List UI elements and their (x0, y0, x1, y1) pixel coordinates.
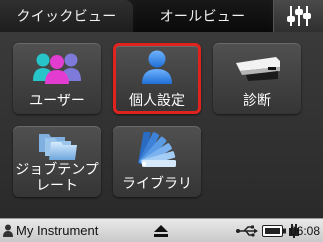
status-bar: My Instrument 06:08 (0, 218, 323, 242)
menu-grid: ユーザー 個人設定 診断 ジョブテンプ レート ライブラリ (0, 32, 323, 218)
instrument-name: My Instrument (16, 223, 99, 238)
tab-all-view[interactable]: オールビュー (136, 0, 269, 32)
personal-settings-tile[interactable]: 個人設定 (113, 43, 201, 114)
usb-icon (236, 225, 258, 237)
sliders-icon (287, 6, 311, 26)
tab-settings[interactable] (273, 0, 323, 32)
tab-quick-view[interactable]: クイックビュー (0, 0, 133, 32)
job-templates-label-line1: ジョブテンプ (15, 162, 99, 178)
tab-quick-view-label: クイックビュー (16, 9, 117, 25)
clock: 06:08 (289, 224, 320, 238)
library-tile[interactable]: ライブラリ (113, 126, 201, 197)
users-tile[interactable]: ユーザー (13, 43, 101, 114)
personal-settings-label: 個人設定 (129, 93, 185, 109)
job-templates-label-line2: レート (36, 178, 78, 194)
battery-icon (262, 225, 286, 237)
diagnostics-tile[interactable]: 診断 (213, 43, 301, 114)
swatch-fan-icon (138, 132, 176, 167)
tab-all-view-label: オールビュー (159, 9, 246, 25)
stapler-icon (236, 57, 280, 81)
folders-icon (39, 134, 77, 160)
tab-bar: クイックビュー オールビュー (0, 0, 323, 32)
person-icon (142, 50, 172, 84)
job-templates-tile[interactable]: ジョブテンプ レート (13, 126, 101, 197)
eject-icon[interactable] (154, 225, 168, 237)
library-label: ライブラリ (122, 176, 192, 192)
person-icon (3, 224, 13, 237)
users-icon (33, 53, 81, 84)
users-label: ユーザー (29, 93, 85, 109)
diagnostics-label: 診断 (243, 93, 271, 109)
